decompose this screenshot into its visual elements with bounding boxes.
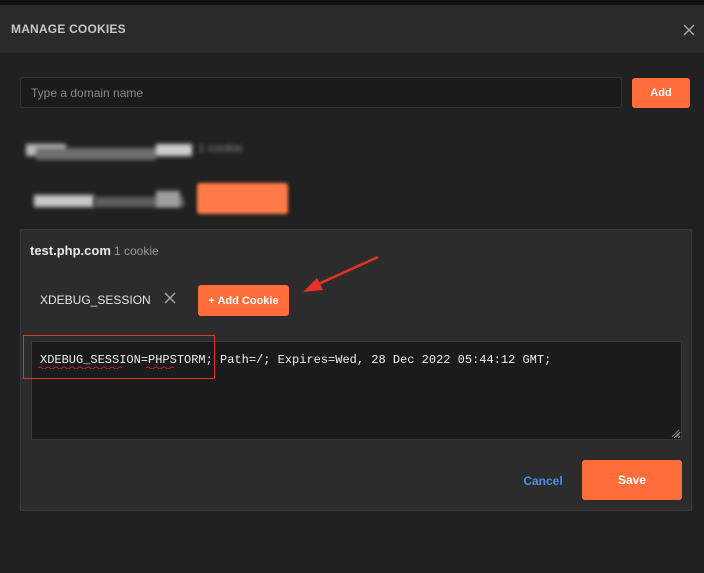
save-button[interactable]: Save — [582, 460, 682, 500]
panel-domain-name: test.php.com — [30, 243, 111, 258]
cookie-tab-xdebug[interactable]: XDEBUG_SESSION — [40, 293, 151, 307]
blurred-orange-button[interactable] — [197, 183, 288, 214]
remove-cookie-icon[interactable] — [163, 291, 177, 305]
dialog-header: MANAGE COOKIES — [0, 5, 704, 53]
dialog-title: MANAGE COOKIES — [11, 22, 126, 36]
panel-cookie-count: 1 cookie — [114, 244, 159, 258]
blurred-domain-count: 1 cookie — [198, 141, 243, 155]
add-domain-button[interactable]: Add — [632, 78, 690, 108]
add-cookie-button[interactable]: + Add Cookie — [198, 285, 289, 316]
annotation-highlight-box — [23, 335, 215, 379]
close-icon[interactable] — [681, 22, 697, 38]
cancel-button[interactable]: Cancel — [515, 469, 571, 493]
domain-input[interactable] — [20, 77, 622, 108]
resize-grip-icon[interactable] — [671, 429, 680, 438]
annotation-arrow-icon — [303, 255, 379, 292]
blurred-domain-entry[interactable]: 1 cookie — [26, 138, 266, 164]
